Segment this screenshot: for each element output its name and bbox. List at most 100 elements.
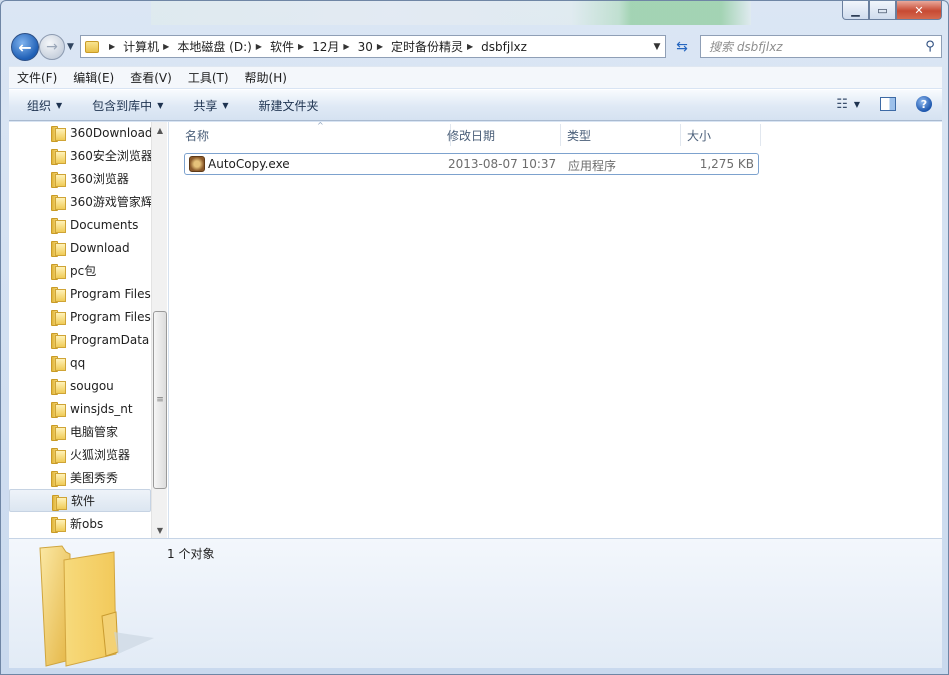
- nav-item[interactable]: Program Files: [9, 282, 151, 305]
- menu-help[interactable]: 帮助(H): [245, 69, 287, 86]
- file-list: 名称 ^ 修改日期 类型 大小 AutoCopy.exe 2013-08-07 1…: [169, 121, 942, 538]
- menu-view[interactable]: 查看(V): [130, 69, 172, 86]
- chevron-right-icon: ▶: [343, 42, 350, 51]
- nav-item[interactable]: qq: [9, 351, 151, 374]
- navigation-row: ← → ▼ ▶ 计算机 ▶ 本地磁盘 (D:) ▶ 软件 ▶ 12月 ▶ 30 ▶ 定时备…: [9, 31, 942, 63]
- breadcrumb-month[interactable]: 12月 ▶: [312, 38, 357, 55]
- nav-item[interactable]: 美图秀秀: [9, 466, 151, 489]
- nav-item-label: Documents: [70, 217, 139, 232]
- nav-item[interactable]: Documents: [9, 213, 151, 236]
- column-header-type[interactable]: 类型: [561, 124, 681, 146]
- address-bar[interactable]: ▶ 计算机 ▶ 本地磁盘 (D:) ▶ 软件 ▶ 12月 ▶ 30 ▶ 定时备份精灵 ▶ d…: [80, 35, 666, 58]
- nav-item[interactable]: sougou: [9, 374, 151, 397]
- nav-item[interactable]: winsjds_nt: [9, 397, 151, 420]
- back-arrow-icon: ←: [18, 37, 32, 57]
- nav-item[interactable]: 360浏览器: [9, 167, 151, 190]
- breadcrumb-current[interactable]: dsbfjlxz: [481, 40, 527, 54]
- background-strip: [151, 1, 751, 25]
- nav-item[interactable]: 火狐浏览器: [9, 443, 151, 466]
- nav-item[interactable]: 360安全浏览器: [9, 144, 151, 167]
- column-header-size[interactable]: 大小: [681, 124, 761, 146]
- breadcrumb-label: 定时备份精灵: [391, 40, 464, 54]
- menu-bar: 文件(F) 编辑(E) 查看(V) 工具(T) 帮助(H): [9, 66, 942, 88]
- explorer-body: 360Download 360安全浏览器 360浏览器 360游戏管家辉 Doc…: [9, 121, 942, 538]
- nav-item-label: Program Files: [70, 309, 151, 324]
- breadcrumb-software[interactable]: 软件 ▶: [270, 38, 312, 55]
- column-header-date[interactable]: 修改日期: [441, 124, 561, 146]
- nav-item[interactable]: 360游戏管家辉: [9, 190, 151, 213]
- refresh-icon: ⇆: [676, 38, 688, 55]
- maximize-button[interactable]: ▭: [869, 1, 896, 20]
- nav-item[interactable]: 360Download: [9, 122, 151, 144]
- close-button[interactable]: ✕: [896, 1, 942, 20]
- address-history-dropdown[interactable]: ▼: [649, 42, 665, 52]
- refresh-button[interactable]: ⇆: [669, 35, 695, 58]
- file-row[interactable]: AutoCopy.exe 2013-08-07 10:37 应用程序 1,275…: [184, 153, 759, 175]
- file-name: AutoCopy.exe: [208, 157, 290, 171]
- chevron-down-icon: ▼: [157, 100, 164, 110]
- nav-item-label: 火狐浏览器: [70, 448, 131, 462]
- navigation-pane: 360Download 360安全浏览器 360浏览器 360游戏管家辉 Doc…: [9, 122, 167, 538]
- nav-item-selected[interactable]: 软件: [9, 489, 151, 512]
- nav-item-label: 360浏览器: [70, 172, 129, 186]
- share-button[interactable]: 共享 ▼: [193, 97, 228, 114]
- file-type: 应用程序: [568, 159, 617, 173]
- scroll-down-icon[interactable]: ▼: [152, 522, 167, 538]
- command-bar: 组织 ▼ 包含到库中 ▼ 共享 ▼ 新建文件夹 ☷ ▼ ?: [9, 89, 942, 121]
- scroll-thumb[interactable]: ≡: [153, 311, 167, 489]
- file-date: 2013-08-07 10:37: [448, 157, 557, 171]
- menu-file[interactable]: 文件(F): [17, 69, 57, 86]
- forward-button[interactable]: →: [39, 34, 65, 60]
- preview-pane-icon[interactable]: [880, 97, 896, 111]
- view-options-icon[interactable]: ☷: [836, 97, 848, 112]
- chevron-down-icon: ▼: [222, 100, 229, 110]
- minimize-button[interactable]: ▁: [842, 1, 869, 20]
- nav-scrollbar[interactable]: ▲ ≡ ▼: [151, 122, 167, 538]
- menu-tools[interactable]: 工具(T): [188, 69, 229, 86]
- search-input[interactable]: 搜索 dsbfjlxz ⚲: [700, 35, 942, 58]
- folder-icon: [51, 333, 66, 349]
- forward-arrow-icon: →: [46, 39, 58, 55]
- search-placeholder: 搜索 dsbfjlxz: [709, 40, 783, 54]
- column-type-label: 类型: [567, 128, 592, 143]
- folder-icon: [51, 448, 66, 464]
- new-folder-button[interactable]: 新建文件夹: [259, 97, 319, 114]
- menu-edit[interactable]: 编辑(E): [73, 69, 114, 86]
- folder-icon: [52, 495, 67, 511]
- back-button[interactable]: ←: [11, 33, 39, 61]
- nav-item-label: 软件: [71, 494, 96, 508]
- breadcrumb-app-folder[interactable]: 定时备份精灵 ▶: [391, 38, 481, 55]
- breadcrumb-label: 本地磁盘 (D:): [177, 40, 252, 54]
- breadcrumb-day[interactable]: 30 ▶: [358, 40, 391, 54]
- column-header-name[interactable]: 名称 ^: [179, 121, 451, 146]
- column-size-label: 大小: [687, 128, 712, 143]
- explorer-window: ▁ ▭ ✕ ← → ▼ ▶ 计算机 ▶ 本地磁盘 (D:) ▶ 软件 ▶ 12月 ▶ 3…: [0, 0, 949, 675]
- chevron-down-icon: ▼: [67, 42, 74, 52]
- search-icon[interactable]: ⚲: [919, 39, 941, 54]
- include-in-library-button[interactable]: 包含到库中 ▼: [92, 97, 163, 114]
- breadcrumb-label: 计算机: [123, 40, 160, 54]
- nav-item[interactable]: Download: [9, 236, 151, 259]
- breadcrumb-label: 30: [357, 39, 373, 54]
- nav-item[interactable]: 新obs: [9, 512, 151, 535]
- nav-item-label: sougou: [70, 378, 114, 393]
- file-size: 1,275 KB: [699, 157, 754, 171]
- nav-item-label: 360安全浏览器: [70, 149, 151, 163]
- breadcrumb-computer[interactable]: 计算机 ▶: [123, 38, 177, 55]
- nav-item[interactable]: 电脑管家: [9, 420, 151, 443]
- breadcrumb-root-arrow[interactable]: ▶: [105, 42, 123, 51]
- nav-item[interactable]: pc包: [9, 259, 151, 282]
- share-label: 共享: [193, 98, 218, 113]
- nav-item[interactable]: ProgramData: [9, 328, 151, 351]
- help-icon[interactable]: ?: [916, 96, 932, 112]
- application-exe-icon: [189, 156, 205, 172]
- view-dropdown-chevron-icon[interactable]: ▼: [854, 100, 860, 109]
- organize-button[interactable]: 组织 ▼: [27, 97, 62, 114]
- scroll-up-icon[interactable]: ▲: [152, 122, 167, 138]
- breadcrumb-drive[interactable]: 本地磁盘 (D:) ▶: [177, 38, 270, 55]
- nav-item-label: qq: [70, 355, 86, 370]
- column-date-label: 修改日期: [447, 128, 496, 143]
- folder-icon: [51, 195, 66, 211]
- nav-item[interactable]: Program Files: [9, 305, 151, 328]
- recent-pages-dropdown[interactable]: ▼: [67, 42, 74, 52]
